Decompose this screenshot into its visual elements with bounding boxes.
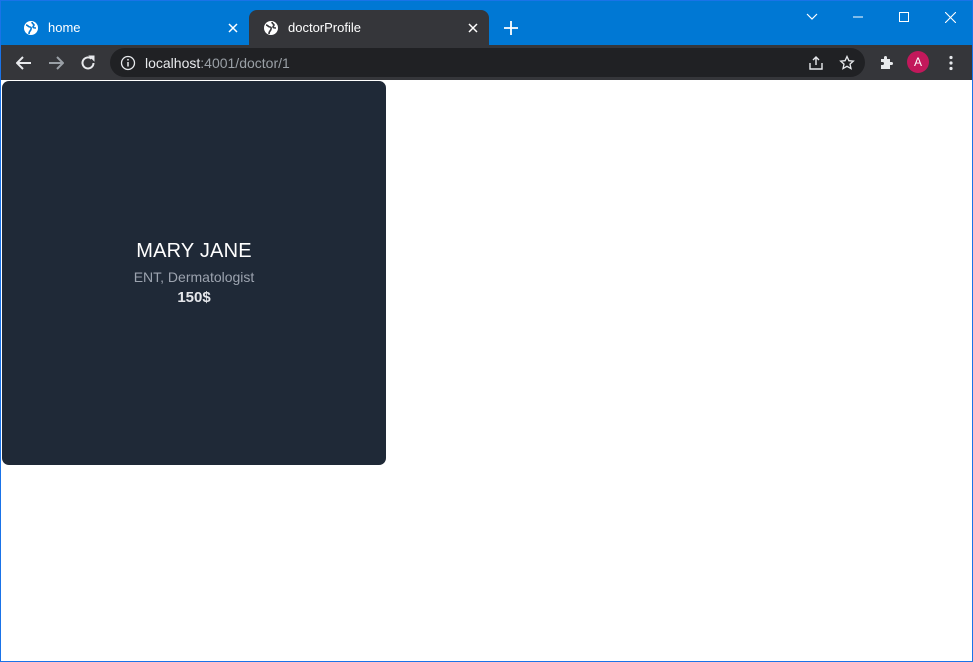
url-path: :4001/doctor/1 [200,54,290,71]
tab-strip: home doctorProfile [1,1,972,45]
back-button[interactable] [10,49,38,77]
browser-window: home doctorProfile localhost:4001/doctor… [0,0,973,662]
new-tab-button[interactable] [499,16,523,40]
url-host: localhost [145,54,201,71]
doctor-card: MARY JANE ENT, Dermatologist 150$ [2,81,386,465]
doctor-name: MARY JANE [136,240,252,262]
tab-search-button[interactable] [789,1,835,33]
reload-icon [81,55,95,70]
minimize-button[interactable] [835,1,881,33]
tab-title: doctorProfile [288,20,361,35]
close-icon [944,11,956,23]
tab-title: home [48,20,81,35]
puzzle-icon [881,56,893,69]
plus-icon [504,21,518,35]
toolbar: localhost:4001/doctor/1 A [1,45,972,80]
doctor-price: 150$ [177,289,211,306]
doctor-specialty: ENT, Dermatologist [133,269,255,285]
menu-button[interactable] [937,49,965,77]
close-icon[interactable] [225,20,241,36]
tab-home[interactable]: home [9,10,249,45]
arrow-left-icon [16,56,31,70]
page-viewport: MARY JANE ENT, Dermatologist 150$ [1,80,972,661]
url-text[interactable]: localhost:4001/doctor/1 [145,55,290,71]
address-bar[interactable]: localhost:4001/doctor/1 [110,48,865,77]
globe-icon [23,20,39,36]
arrow-right-icon [49,56,64,70]
forward-button[interactable] [42,49,70,77]
bookmark-star-icon[interactable] [836,52,858,74]
reload-button[interactable] [74,49,102,77]
maximize-button[interactable] [881,1,927,33]
tab-doctor-profile[interactable]: doctorProfile [249,10,489,45]
avatar[interactable]: A [907,51,929,73]
minimize-icon [853,16,863,18]
share-icon[interactable] [805,52,827,74]
info-icon[interactable] [120,55,136,71]
globe-icon [263,20,279,36]
chevron-down-icon [806,13,818,20]
close-icon[interactable] [465,20,481,36]
maximize-icon [899,12,909,22]
extensions-button[interactable] [872,49,900,77]
kebab-menu-icon [949,55,953,71]
close-window-button[interactable] [927,1,973,33]
